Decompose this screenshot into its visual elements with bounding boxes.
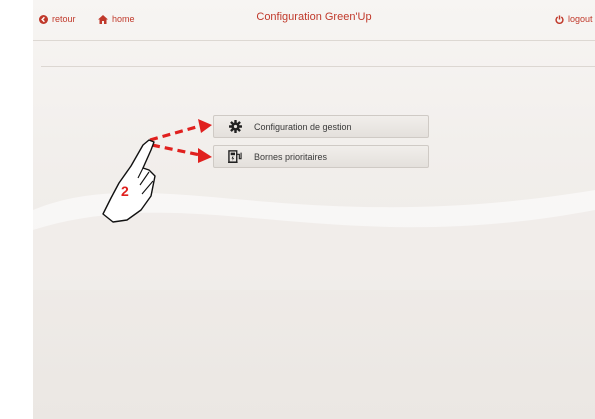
background-wave (33, 190, 595, 290)
divider (41, 66, 595, 67)
configuration-de-gestion-label: Configuration de gestion (254, 121, 352, 132)
top-navigation-bar: retour home Configuration Green'Up logou… (33, 0, 595, 41)
gear-icon (228, 120, 242, 134)
page-title: Configuration Green'Up (256, 11, 372, 23)
configuration-de-gestion-button[interactable]: Configuration de gestion (213, 115, 429, 138)
app-window: retour home Configuration Green'Up logou… (33, 0, 595, 419)
bornes-prioritaires-button[interactable]: Bornes prioritaires (213, 145, 429, 168)
bornes-prioritaires-label: Bornes prioritaires (254, 151, 328, 162)
logout-button[interactable]: logout (555, 14, 593, 24)
charging-station-icon (228, 150, 242, 164)
logout-label: logout (568, 14, 593, 24)
power-icon (555, 14, 564, 24)
